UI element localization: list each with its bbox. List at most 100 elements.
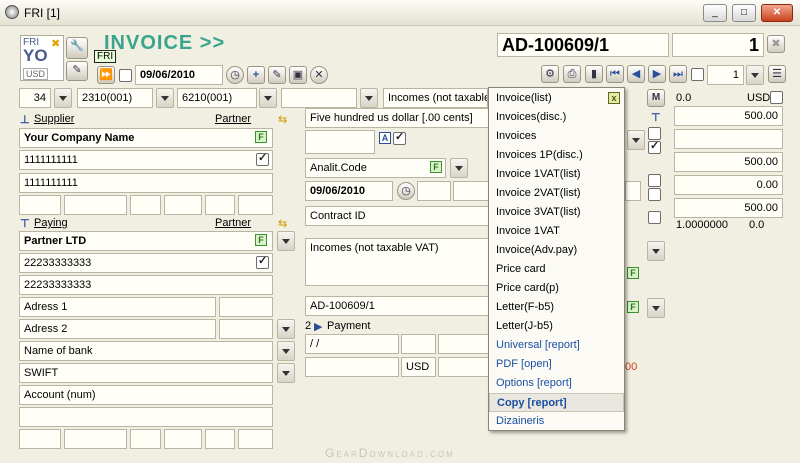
supplier-label[interactable]: Supplier xyxy=(34,113,74,125)
first-icon[interactable]: ⏮ xyxy=(606,65,624,83)
contract-id-field[interactable]: Contract ID xyxy=(305,206,489,226)
right-checkbox-2[interactable] xyxy=(648,139,661,154)
currency-checkbox[interactable] xyxy=(770,91,783,104)
payment-currency[interactable]: USD xyxy=(401,357,436,377)
paying-label[interactable]: Paying xyxy=(34,217,68,229)
settings-icon[interactable]: ⚙ xyxy=(541,65,559,83)
payment-date-field[interactable]: / / xyxy=(305,334,399,354)
paying-refresh-icon[interactable]: ⇆ xyxy=(278,217,287,230)
row-dropdown-2[interactable] xyxy=(156,88,174,108)
paying-cell-3[interactable] xyxy=(130,429,161,449)
cancel-icon[interactable]: ✕ xyxy=(310,66,328,84)
address-2-field[interactable]: Adress 2 xyxy=(19,319,216,339)
paying-extra-field[interactable] xyxy=(19,407,273,427)
row-dropdown-4[interactable] xyxy=(360,88,378,108)
menu-item[interactable]: Letter(F-b5) xyxy=(489,298,624,317)
paying-cell-4[interactable] xyxy=(164,429,202,449)
minimize-button[interactable]: _ xyxy=(703,4,727,22)
supplier-code-1[interactable]: 1111111111 xyxy=(19,150,273,170)
analit-dropdown[interactable] xyxy=(450,158,468,178)
note-dropdown[interactable] xyxy=(647,241,665,261)
paying-dropdown[interactable] xyxy=(277,231,295,251)
edit-icon[interactable]: ✎ xyxy=(66,61,88,81)
swift-field[interactable]: SWIFT xyxy=(19,363,273,383)
document-date[interactable]: 09/06/2010 xyxy=(135,65,223,85)
middle-small-field[interactable] xyxy=(305,130,375,154)
page-dropdown[interactable] xyxy=(746,65,764,85)
supplier-cell-5[interactable] xyxy=(205,195,235,215)
supplier-partner-link[interactable]: Partner xyxy=(215,113,251,125)
right-checkbox-5[interactable] xyxy=(648,211,661,224)
menu-item[interactable]: Invoices 1P(disc.) xyxy=(489,146,624,165)
supplier-f-icon[interactable]: F xyxy=(255,131,267,143)
menu-item[interactable]: Invoice(Adv.pay) xyxy=(489,241,624,260)
supplier-name[interactable]: Your Company Name xyxy=(19,128,273,148)
analit-code-field[interactable]: Analit.Code xyxy=(305,158,446,178)
menu-item[interactable]: Letter(J-b5) xyxy=(489,317,624,336)
address-2-extra[interactable] xyxy=(219,319,273,339)
menu-item[interactable]: PDF [open] xyxy=(489,355,624,374)
menu-item[interactable]: Price card xyxy=(489,260,624,279)
payment-cell-2[interactable] xyxy=(438,334,489,354)
page-field[interactable]: 1 xyxy=(707,65,744,85)
m-button[interactable]: M xyxy=(647,89,665,107)
menu-item[interactable]: Price card(p) xyxy=(489,279,624,298)
note-field[interactable]: Incomes (not taxable VAT) xyxy=(305,238,489,286)
print-icon[interactable]: ⎙ xyxy=(563,65,581,83)
credit-account[interactable]: 6210(001) xyxy=(177,88,257,108)
menu-item[interactable]: Invoices xyxy=(489,127,624,146)
analit-f-icon[interactable]: F xyxy=(430,161,442,173)
save-icon[interactable]: ▣ xyxy=(289,66,307,84)
right-checkbox-3[interactable] xyxy=(648,174,661,187)
amount-1[interactable]: 500.00 xyxy=(674,106,783,126)
amount-4[interactable]: 0.00 xyxy=(674,175,783,195)
menu-item[interactable]: Copy [report] xyxy=(489,393,624,412)
reference-f-icon[interactable]: F xyxy=(627,301,639,313)
debit-account[interactable]: 2310(001) xyxy=(77,88,153,108)
clock-icon[interactable]: ◷ xyxy=(226,66,244,84)
paying-partner-link[interactable]: Partner xyxy=(215,217,251,229)
row-dropdown-3[interactable] xyxy=(259,88,277,108)
last-icon[interactable]: ⏭ xyxy=(669,65,687,83)
income-type[interactable]: Incomes (not taxable xyxy=(383,88,488,108)
list-icon[interactable]: ☰ xyxy=(768,65,786,83)
menu-side-field[interactable] xyxy=(625,181,641,201)
page-checkbox[interactable] xyxy=(691,68,704,81)
amount-3[interactable]: 500.00 xyxy=(674,152,783,172)
menu-item[interactable]: Invoice 3VAT(list) xyxy=(489,203,624,222)
paying-cell-1[interactable] xyxy=(19,429,61,449)
supplier-code-2[interactable]: 1111111111 xyxy=(19,173,273,193)
paying-code-2[interactable]: 22233333333 xyxy=(19,275,273,295)
bank-name-field[interactable]: Name of bank xyxy=(19,341,273,361)
amount-in-words[interactable]: Five hundred us dollar [.00 cents] xyxy=(305,108,489,128)
middle-date[interactable]: 09/06/2010 xyxy=(305,181,393,201)
date-checkbox[interactable] xyxy=(119,69,132,82)
address-1-field[interactable]: Adress 1 xyxy=(19,297,216,317)
menu-item[interactable]: Options [report] xyxy=(489,374,624,393)
account-number-field[interactable]: Account (num) xyxy=(19,385,273,405)
row-field-4[interactable] xyxy=(281,88,357,108)
supplier-cell-3[interactable] xyxy=(130,195,161,215)
pencil-icon[interactable]: ✎ xyxy=(268,66,286,84)
paying-cell-5[interactable] xyxy=(205,429,235,449)
menu-close-icon[interactable]: x xyxy=(608,92,620,104)
next-icon[interactable]: ▶ xyxy=(648,65,666,83)
close-button[interactable]: ✕ xyxy=(761,4,793,22)
supplier-refresh-icon[interactable]: ⇆ xyxy=(278,113,287,126)
menu-side-dropdown[interactable] xyxy=(627,130,645,150)
add-icon[interactable]: + xyxy=(247,66,265,84)
middle-clock-icon[interactable]: ◷ xyxy=(397,182,415,200)
prev-icon[interactable]: ◀ xyxy=(627,65,645,83)
row-field-1[interactable]: 34 xyxy=(19,88,51,108)
reference-dropdown[interactable] xyxy=(647,298,665,318)
app-icon[interactable] xyxy=(5,5,19,19)
supplier-cell-2[interactable] xyxy=(64,195,127,215)
middle-checkbox[interactable] xyxy=(393,130,406,145)
menu-item[interactable]: Invoice 1VAT xyxy=(489,222,624,241)
menu-item[interactable]: Universal [report] xyxy=(489,336,624,355)
reference-field[interactable]: AD-100609/1 xyxy=(305,296,489,316)
bank-dropdown[interactable] xyxy=(277,341,295,361)
address-1-extra[interactable] xyxy=(219,297,273,317)
copy-count[interactable]: 1 xyxy=(672,33,764,57)
export-icon[interactable]: ▮ xyxy=(585,65,603,83)
